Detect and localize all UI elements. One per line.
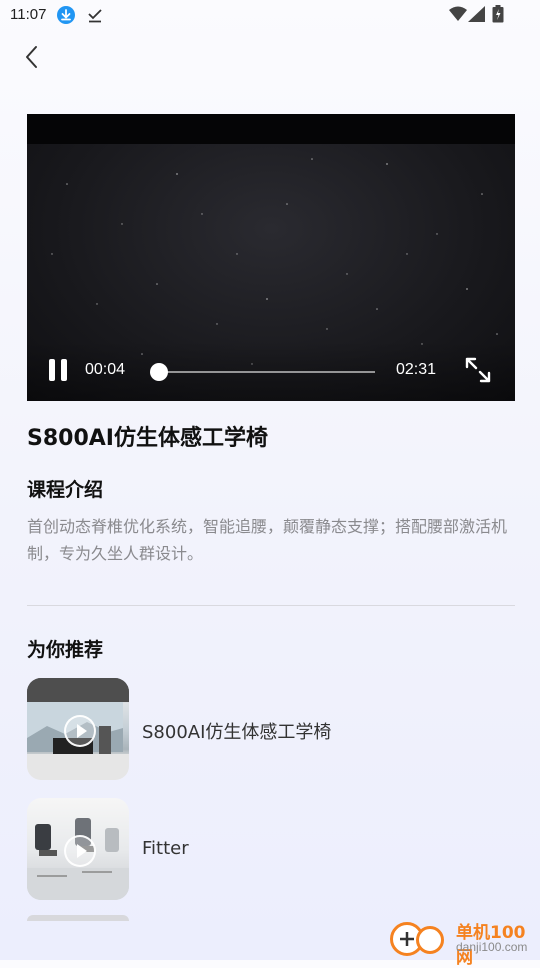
- battery-icon: [492, 5, 504, 27]
- download-done-icon: [86, 6, 104, 28]
- pause-bar-left: [49, 359, 55, 381]
- pause-button[interactable]: [47, 359, 69, 383]
- video-current-time: 00:04: [85, 361, 126, 378]
- watermark-logo-ring-icon: [416, 926, 444, 954]
- fullscreen-button[interactable]: [463, 355, 493, 389]
- section-divider: [27, 605, 515, 606]
- video-progress-track[interactable]: [149, 363, 375, 381]
- intro-heading: 课程介绍: [27, 479, 104, 501]
- video-controls: 00:04 02:31: [27, 341, 515, 401]
- recommend-item-label: Fitter: [142, 838, 189, 859]
- recommend-item-label: S800AI仿生体感工学椅: [142, 722, 332, 743]
- fullscreen-icon: [465, 357, 491, 383]
- recommend-thumbnail: [27, 798, 129, 900]
- back-button[interactable]: [14, 40, 48, 74]
- chevron-left-icon: [26, 46, 37, 68]
- site-watermark: 单机100网 danji100.com: [390, 918, 540, 968]
- status-bar: 11:07: [0, 0, 540, 32]
- video-progress-thumb[interactable]: [149, 363, 168, 381]
- status-time: 11:07: [10, 6, 47, 23]
- wifi-icon: [449, 6, 467, 26]
- play-icon: [64, 715, 96, 747]
- recommend-thumbnail: [27, 678, 129, 780]
- intro-description: 首创动态脊椎优化系统，智能追腰，颠覆静态支撑；搭配腰部激活机制，专为久坐人群设计…: [27, 517, 508, 563]
- recommend-heading: 为你推荐: [27, 639, 104, 661]
- product-title: S800AI仿生体感工学椅: [27, 426, 268, 451]
- download-notification-icon: [57, 6, 75, 24]
- video-total-time: 02:31: [396, 361, 437, 378]
- recommend-item[interactable]: Fitter: [27, 798, 515, 900]
- watermark-domain: danji100.com: [456, 940, 528, 954]
- pause-bar-right: [61, 359, 67, 381]
- recommend-item[interactable]: S800AI仿生体感工学椅: [27, 678, 515, 780]
- play-icon: [64, 835, 96, 867]
- recommend-thumbnail-partial: [27, 915, 129, 921]
- cell-signal-icon: [468, 6, 486, 26]
- video-player[interactable]: 00:04 02:31: [27, 114, 515, 401]
